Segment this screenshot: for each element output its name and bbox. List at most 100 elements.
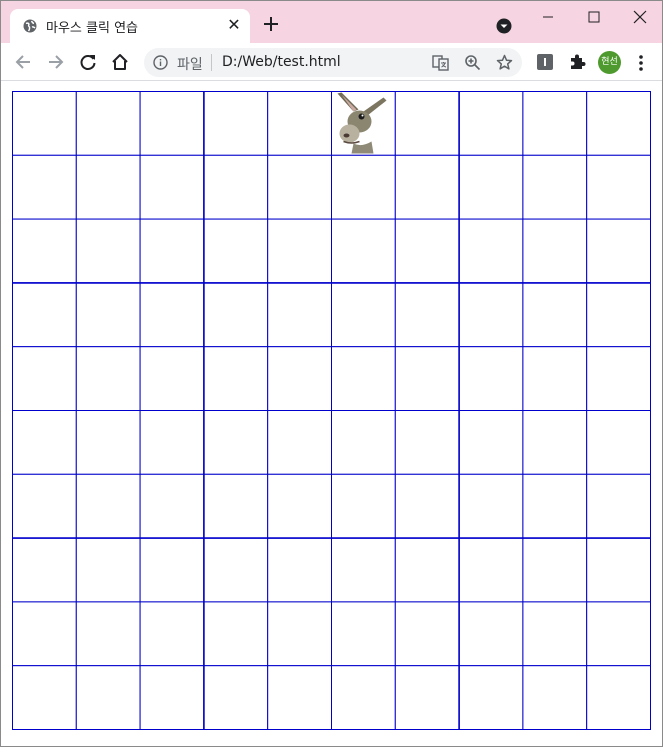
grid-cell[interactable]: [139, 665, 205, 730]
grid-cell[interactable]: [75, 154, 141, 220]
grid-cell[interactable]: [331, 282, 396, 348]
grid-cell[interactable]: [394, 410, 460, 475]
grid-cell[interactable]: [203, 282, 269, 348]
grid-cell[interactable]: [267, 601, 332, 667]
grid-cell[interactable]: [267, 218, 332, 284]
grid-cell[interactable]: [394, 665, 460, 730]
grid-cell[interactable]: [331, 473, 396, 539]
grid-cell[interactable]: [331, 154, 396, 220]
grid-cell[interactable]: [12, 346, 77, 411]
home-icon[interactable]: [110, 52, 130, 72]
grid-cell[interactable]: [458, 665, 524, 730]
grid-cell[interactable]: [267, 282, 332, 348]
tab-close-icon[interactable]: ✕: [226, 17, 242, 33]
grid-cell[interactable]: [75, 665, 141, 730]
grid-cell[interactable]: [458, 346, 524, 411]
grid-cell[interactable]: [267, 91, 332, 156]
grid-cell[interactable]: [12, 282, 77, 348]
extension-icon[interactable]: [535, 52, 555, 72]
grid-cell[interactable]: [75, 473, 141, 539]
grid-cell[interactable]: [331, 410, 396, 475]
grid-cell[interactable]: [394, 346, 460, 411]
grid-cell[interactable]: [586, 410, 651, 475]
grid-cell[interactable]: [267, 537, 332, 603]
grid-cell[interactable]: [203, 537, 269, 603]
grid-cell[interactable]: [139, 91, 205, 156]
grid-cell[interactable]: [522, 601, 588, 667]
grid-cell[interactable]: [586, 473, 651, 539]
grid-cell[interactable]: [331, 537, 396, 603]
info-icon[interactable]: [153, 55, 168, 70]
grid-cell[interactable]: [586, 218, 651, 284]
grid-cell[interactable]: [12, 665, 77, 730]
grid-cell[interactable]: [522, 665, 588, 730]
grid-cell[interactable]: [331, 601, 396, 667]
grid-cell[interactable]: [139, 154, 205, 220]
grid-cell[interactable]: [203, 91, 269, 156]
grid-cell[interactable]: [139, 473, 205, 539]
grid-cell[interactable]: [203, 218, 269, 284]
grid-cell[interactable]: [139, 346, 205, 411]
grid-cell[interactable]: [203, 473, 269, 539]
browser-tab[interactable]: 마우스 클릭 연습 ✕: [10, 9, 250, 43]
grid-cell[interactable]: [12, 218, 77, 284]
grid-cell[interactable]: [12, 91, 77, 156]
grid-cell[interactable]: [394, 473, 460, 539]
grid-cell[interactable]: [586, 665, 651, 730]
grid-cell[interactable]: [586, 346, 651, 411]
grid-cell[interactable]: [586, 282, 651, 348]
grid-cell[interactable]: [139, 537, 205, 603]
grid-cell[interactable]: [522, 218, 588, 284]
grid-cell[interactable]: [522, 473, 588, 539]
grid-cell[interactable]: [522, 154, 588, 220]
grid-cell[interactable]: [75, 282, 141, 348]
grid-cell[interactable]: [458, 282, 524, 348]
grid-cell[interactable]: [394, 91, 460, 156]
grid-cell[interactable]: [75, 91, 141, 156]
grid-cell[interactable]: [458, 473, 524, 539]
grid-cell[interactable]: [394, 154, 460, 220]
zoom-icon[interactable]: [464, 54, 481, 71]
grid-cell[interactable]: [139, 410, 205, 475]
url-text[interactable]: D:/Web/test.html: [222, 54, 341, 70]
grid-cell[interactable]: [75, 346, 141, 411]
grid-cell[interactable]: [331, 665, 396, 730]
grid-cell[interactable]: [267, 665, 332, 730]
menu-kebab-icon[interactable]: [633, 53, 649, 73]
grid-cell[interactable]: [458, 154, 524, 220]
translate-icon[interactable]: [432, 54, 449, 71]
grid-cell[interactable]: [394, 537, 460, 603]
grid-cell[interactable]: [139, 218, 205, 284]
back-arrow-icon[interactable]: [13, 52, 33, 72]
grid-cell[interactable]: [267, 346, 332, 411]
grid-cell[interactable]: [522, 537, 588, 603]
grid-cell[interactable]: [12, 410, 77, 475]
grid-cell[interactable]: [586, 601, 651, 667]
grid-cell[interactable]: [394, 218, 460, 284]
grid-cell[interactable]: [458, 218, 524, 284]
grid-cell[interactable]: [394, 601, 460, 667]
grid-cell[interactable]: [75, 601, 141, 667]
grid-cell[interactable]: [203, 410, 269, 475]
grid-cell[interactable]: [522, 410, 588, 475]
grid-cell[interactable]: [267, 154, 332, 220]
grid-cell[interactable]: [75, 218, 141, 284]
grid-cell[interactable]: [75, 537, 141, 603]
close-icon[interactable]: [630, 7, 650, 27]
grid-cell[interactable]: [75, 410, 141, 475]
reload-icon[interactable]: [78, 52, 98, 72]
extensions-puzzle-icon[interactable]: [567, 52, 587, 72]
grid-cell[interactable]: [139, 601, 205, 667]
grid-cell[interactable]: [12, 154, 77, 220]
grid-cell[interactable]: [586, 154, 651, 220]
grid-cell[interactable]: [139, 282, 205, 348]
profile-avatar[interactable]: 현선: [598, 51, 621, 74]
forward-arrow-icon[interactable]: [46, 52, 66, 72]
grid-cell[interactable]: [586, 537, 651, 603]
grid-cell[interactable]: [522, 346, 588, 411]
new-tab-icon[interactable]: [262, 15, 280, 33]
grid-cell[interactable]: [331, 346, 396, 411]
bookmark-star-icon[interactable]: [496, 54, 513, 71]
grid-cell[interactable]: [12, 537, 77, 603]
grid-cell[interactable]: [203, 665, 269, 730]
